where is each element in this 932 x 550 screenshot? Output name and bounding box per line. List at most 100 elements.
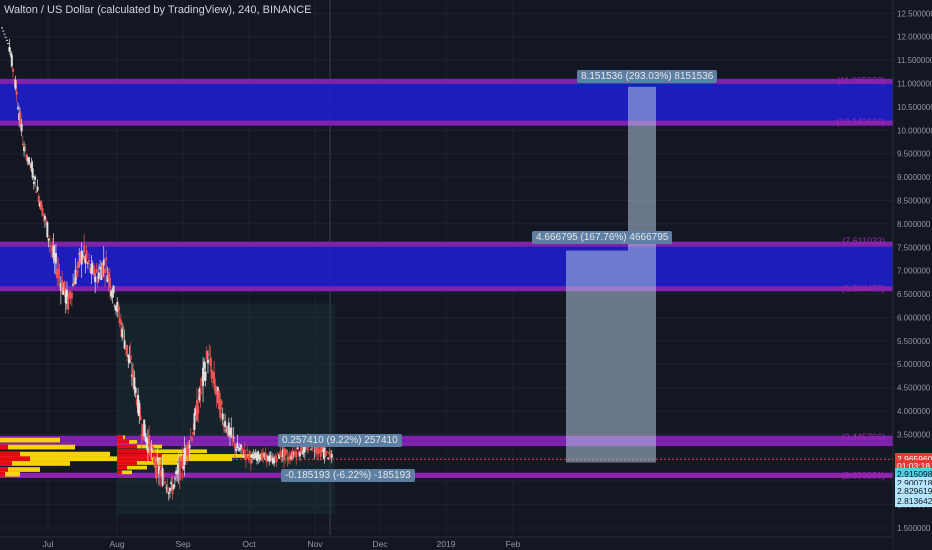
candle-body [188,444,191,449]
vp-bar-sell [117,435,123,440]
candle-body [170,482,173,485]
candle-body [133,377,136,390]
y-tick-label: 7.000000 [897,267,931,276]
candle-body [138,402,141,416]
candle-body [88,259,91,262]
candle-body [209,357,212,366]
projection-boxes [566,86,656,463]
candle-body [4,36,7,38]
candle-body [7,42,10,44]
candle-body [3,33,6,35]
candle-body [21,144,24,146]
vp-bar-left-sell [0,456,30,462]
vp-bar-left-sell [0,471,5,477]
small-down-label: -0.185193 (-6.22%) -185193 [281,469,415,482]
candle-body [12,68,15,72]
candle-body [203,361,206,369]
candle-body [164,481,167,484]
candle-body [14,79,17,89]
candle-body [34,176,37,180]
candle-body [328,451,331,455]
candle-body [270,456,273,458]
candle-body [208,353,211,355]
candle-body [42,214,45,216]
candle-body [298,451,301,457]
candle-body [95,268,98,273]
candle-body [168,488,171,492]
candle-body [94,276,97,283]
y-tick-label: 6.500000 [897,290,931,299]
candle-body [295,451,298,458]
candle-body [330,454,333,458]
candle-body [252,453,255,455]
candle-body [248,450,251,455]
candle-body [160,465,163,468]
candle-body [235,448,238,452]
y-tick-label: 10.000000 [897,126,932,135]
candle-body [167,492,170,494]
y-tick-label: 7.500000 [897,243,931,252]
zone-label: (2.633281) [841,471,885,481]
candle-body [242,455,245,458]
candle-body [204,371,207,381]
candle-body [99,266,102,269]
candle-body [213,372,216,385]
zone-edge-top [0,78,893,84]
candle-body [327,457,330,459]
y-tick-label: 1.500000 [897,524,931,533]
zone-edge-top [0,241,893,247]
x-tick-label: Dec [372,539,388,549]
y-tick-label: 5.500000 [897,337,931,346]
candle-body [153,456,156,464]
candle-body [246,449,249,451]
candle-body [102,259,105,266]
candle-body [189,436,192,438]
candle-body [244,454,247,460]
candle-body [221,413,224,420]
candle-body [24,148,27,150]
time-axis[interactable]: Jul Aug Sep Oct Nov Dec 2019 Feb [0,536,893,550]
y-tick-label: 4.500000 [897,384,931,393]
candle-body [83,245,86,253]
candle-body [27,157,30,164]
candle-body [161,468,164,486]
vp-bar-left [0,437,60,443]
candle-body [15,90,18,95]
candle-body [63,280,66,292]
candle-body [80,250,83,265]
candle-body [112,285,115,294]
candle-body [121,328,124,338]
candle-body [257,451,260,459]
chart-title: Walton / US Dollar (calculated by Tradin… [4,4,312,16]
candle-body [182,466,185,469]
zone-edge-bottom [0,472,893,478]
candle-body [224,421,227,427]
price-chart[interactable]: (11.095930) (10.149666) (7.611033) (6.60947… [0,0,932,550]
candle-body [46,222,49,238]
candle-body [253,456,256,460]
candle-body [126,344,129,355]
y-tick-label: 3.500000 [897,430,931,439]
candle-body [276,452,279,454]
y-tick-label: 11.500000 [897,56,932,65]
candle-body [2,30,5,32]
zone-edge-bottom [0,286,893,292]
x-tick-label: Aug [109,539,124,549]
candle-body [199,392,202,395]
vp-bar-left-sell [0,461,12,466]
candle-body [85,250,88,259]
candle-body [192,432,195,436]
small-up-label: 0.257410 (9.22%) 257410 [278,434,402,447]
candle-body [151,446,154,449]
vp-bar-sell [117,457,152,462]
candle-body [25,154,28,160]
candle-body [247,456,250,460]
candle-body [47,238,50,241]
candle-body [92,265,95,276]
x-tick-label: Feb [506,539,521,549]
candle-body [317,448,320,455]
range-highlight [117,303,335,514]
candle-body [16,107,19,110]
vp-bar-sell [117,461,137,465]
y-tick-label: 8.000000 [897,220,931,229]
